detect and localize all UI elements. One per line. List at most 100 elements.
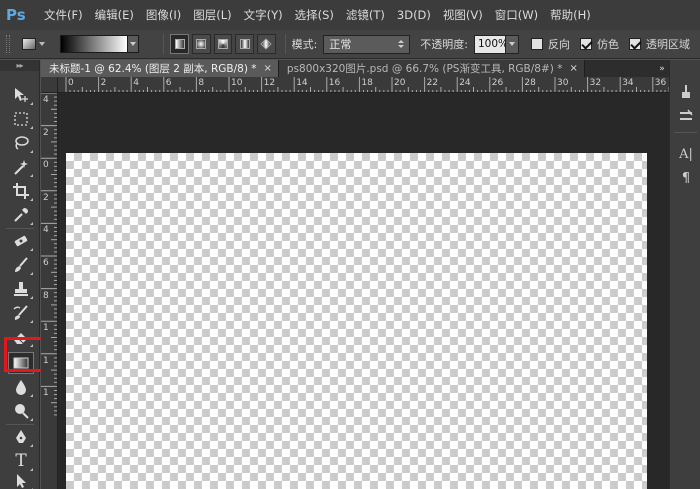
ruler-label: 6 — [43, 258, 49, 268]
canvas-workspace[interactable] — [58, 93, 669, 489]
reverse-label: 反向 — [548, 38, 570, 51]
ruler-label: 0 — [68, 78, 74, 88]
type-tool-button[interactable]: T — [8, 450, 34, 472]
checkbox-box[interactable] — [580, 38, 592, 50]
up-down-arrows-icon — [398, 40, 405, 48]
pen-tool-button[interactable] — [8, 426, 34, 448]
character-icon: A| — [679, 146, 693, 162]
checkbox-box[interactable] — [531, 38, 543, 50]
path-selection-tool-button[interactable] — [8, 470, 34, 489]
blur-tool-button[interactable] — [8, 376, 34, 398]
ruler-label: 0 — [43, 160, 49, 171]
lasso-tool-button[interactable] — [8, 132, 34, 154]
tab-untitled-1[interactable]: 未标题-1 @ 62.4% (图层 2 副本, RGB/8) * × — [41, 60, 279, 77]
clone-stamp-tool-button[interactable] — [8, 278, 34, 300]
ruler-label: 26 — [491, 78, 504, 88]
brush-settings-icon — [680, 109, 693, 120]
move-tool-button[interactable] — [8, 84, 34, 106]
menu-image[interactable]: 图像(I) — [146, 7, 181, 23]
chevron-down-icon — [508, 42, 515, 46]
opacity-input[interactable]: 100% — [473, 34, 508, 54]
reverse-checkbox[interactable]: 反向 — [531, 36, 570, 52]
blend-mode-select[interactable]: 正常 — [323, 34, 411, 54]
eyedropper-tool-button[interactable] — [8, 204, 34, 226]
opacity-label: 不透明度: — [420, 38, 468, 51]
character-panel-button[interactable]: A| — [676, 144, 696, 164]
ruler-label: 22 — [426, 78, 439, 88]
paragraph-panel-button[interactable]: ¶ — [676, 168, 696, 188]
opacity-slider-dropdown[interactable] — [505, 34, 519, 54]
radial-gradient-button[interactable] — [192, 34, 211, 54]
tab-title: 未标题-1 @ 62.4% (图层 2 副本, RGB/8) * — [49, 63, 257, 75]
menu-bar: Ps 文件(F) 编辑(E) 图像(I) 图层(L) 文字(Y) 选择(S) 滤… — [0, 0, 700, 30]
options-bar: 模式: 正常 不透明度: 100% 反向 仿色 透明区域 — [0, 30, 700, 59]
gradient-tool-preset-icon — [21, 38, 36, 50]
ruler-label: 8 — [43, 290, 49, 301]
transparency-checkbox[interactable]: 透明区域 — [629, 36, 690, 52]
chevron-down-icon — [130, 42, 137, 46]
ruler-origin[interactable] — [41, 77, 58, 93]
ruler-label: 8 — [198, 78, 205, 88]
menu-type[interactable]: 文字(Y) — [244, 7, 283, 23]
ruler-label: 4 — [133, 78, 139, 88]
blend-mode-value: 正常 — [329, 38, 352, 51]
ruler-label: 36 — [654, 78, 667, 88]
brush-presets-button[interactable] — [676, 82, 696, 102]
magic-wand-tool-button[interactable] — [8, 156, 34, 178]
vertical-ruler[interactable]: 4 2 0 2 4 6 8 1 1 1 — [41, 93, 58, 489]
ruler-label: 14 — [296, 78, 308, 88]
menu-select[interactable]: 选择(S) — [295, 7, 334, 23]
menu-filter[interactable]: 滤镜(T) — [346, 7, 385, 23]
angle-gradient-button[interactable] — [213, 34, 233, 54]
gradient-picker[interactable] — [59, 35, 129, 53]
tab-ps800x320[interactable]: ps800x320图片.psd @ 66.7% (PS渐变工具, RGB/8#)… — [278, 60, 585, 77]
tabs-overflow-button[interactable]: » — [655, 60, 669, 77]
ruler-label: 2 — [100, 78, 107, 88]
options-grip[interactable] — [6, 35, 10, 53]
ruler-label: 12 — [263, 78, 276, 88]
menu-layer[interactable]: 图层(L) — [193, 7, 231, 23]
collapsed-panels: A| ¶ — [669, 60, 700, 489]
tools-panel-collapse[interactable]: ▸▸ — [0, 60, 39, 71]
linear-gradient-button[interactable] — [170, 34, 190, 54]
menu-help[interactable]: 帮助(H) — [550, 7, 591, 23]
path-selection-icon — [17, 474, 26, 488]
brush-presets-icon — [682, 85, 690, 98]
reflected-gradient-icon — [239, 39, 250, 49]
gradient-picker-dropdown[interactable] — [128, 35, 140, 53]
diamond-gradient-icon — [260, 38, 273, 50]
dodge-tool-button[interactable] — [8, 400, 34, 422]
menu-3d[interactable]: 3D(D) — [397, 8, 431, 22]
close-icon[interactable]: × — [569, 63, 577, 74]
ruler-label: 34 — [622, 78, 634, 88]
tab-title: ps800x320图片.psd @ 66.7% (PS渐变工具, RGB/8#)… — [286, 63, 563, 75]
ruler-label: 4 — [43, 95, 49, 105]
ruler-label: 28 — [524, 78, 536, 88]
ruler-label: 32 — [589, 78, 602, 88]
menu-edit[interactable]: 编辑(E) — [95, 7, 134, 23]
menu-window[interactable]: 窗口(W) — [495, 7, 538, 23]
brush-panel-button[interactable] — [676, 106, 696, 126]
close-icon[interactable]: × — [264, 63, 272, 74]
menu-view[interactable]: 视图(V) — [443, 7, 483, 23]
tools-panel: ▸▸ T — [0, 60, 40, 489]
selected-tool-highlight — [4, 337, 44, 372]
brush-tool-button[interactable] — [8, 254, 34, 276]
tool-preset-picker[interactable] — [21, 35, 48, 53]
transparent-canvas[interactable] — [66, 153, 647, 489]
divider — [163, 34, 165, 54]
paragraph-icon: ¶ — [681, 170, 691, 186]
marquee-tool-button[interactable] — [8, 108, 34, 130]
healing-brush-tool-button[interactable] — [8, 230, 34, 252]
checkbox-box[interactable] — [629, 38, 641, 50]
crop-tool-button[interactable] — [8, 180, 34, 202]
diamond-gradient-button[interactable] — [257, 34, 276, 54]
horizontal-ruler[interactable]: 0 2 4 6 8 10 12 14 16 18 20 22 24 26 28 30 32 34 36 — [58, 77, 669, 93]
reflected-gradient-button[interactable] — [235, 34, 255, 54]
dither-label: 仿色 — [597, 38, 619, 51]
menu-file[interactable]: 文件(F) — [44, 7, 83, 23]
history-brush-tool-button[interactable] — [8, 302, 34, 324]
dither-checkbox[interactable]: 仿色 — [580, 36, 619, 52]
ruler-label: 24 — [459, 78, 471, 88]
ruler-label: 1 — [43, 323, 49, 334]
